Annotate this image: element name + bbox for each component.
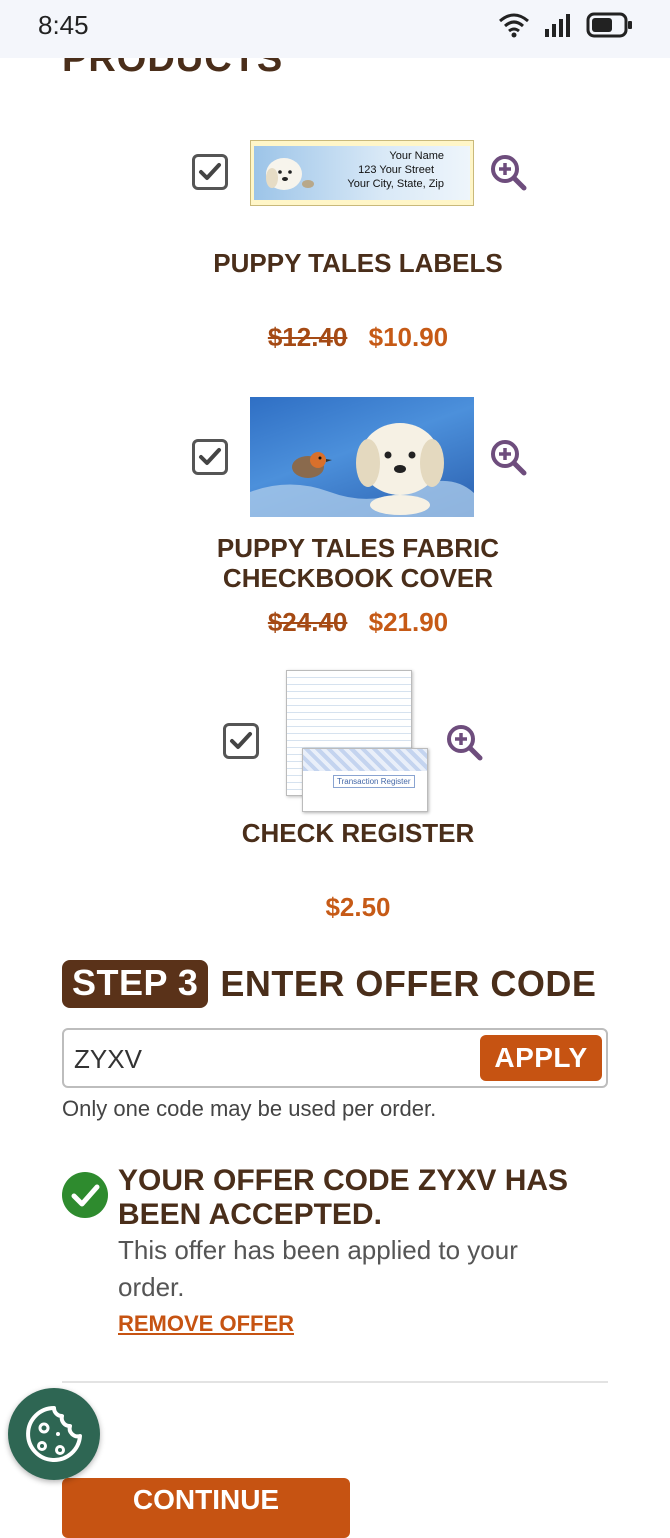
step-3-heading: STEP 3 ENTER OFFER CODE bbox=[62, 960, 596, 1008]
product-name-line-1: PUPPY TALES FABRIC bbox=[216, 533, 500, 563]
status-icons bbox=[498, 12, 634, 38]
price-row: $12.40 $10.90 bbox=[0, 322, 670, 353]
checkbook-cover-checkbox[interactable] bbox=[192, 439, 228, 475]
offer-code-box: APPLY bbox=[62, 1028, 608, 1088]
old-price: $12.40 bbox=[267, 322, 348, 352]
wifi-icon bbox=[499, 13, 529, 38]
price-row: $24.40 $21.90 bbox=[0, 607, 670, 638]
status-bar: 8:45 bbox=[0, 0, 670, 58]
offer-accepted-message: This offer has been applied to your orde… bbox=[118, 1235, 518, 1302]
check-icon bbox=[230, 732, 252, 749]
register-cover: Transaction Register bbox=[302, 748, 428, 812]
label-line-2: 123 Your Street bbox=[358, 164, 434, 176]
signal-icon bbox=[545, 14, 570, 37]
checkbook-cover-image[interactable] bbox=[250, 397, 474, 517]
offer-code-input[interactable] bbox=[72, 1038, 476, 1080]
divider bbox=[62, 1381, 608, 1383]
old-price: $24.40 bbox=[267, 607, 348, 637]
cookie-settings-button[interactable] bbox=[8, 1388, 100, 1480]
continue-button[interactable]: CONTINUE bbox=[62, 1478, 350, 1538]
zoom-in-icon[interactable] bbox=[488, 152, 528, 192]
puppy-bird-illustration bbox=[250, 423, 474, 517]
sale-price: $10.90 bbox=[368, 322, 449, 352]
product-name: PUPPY TALES LABELS bbox=[213, 248, 503, 278]
zoom-in-icon[interactable] bbox=[488, 437, 528, 477]
success-check-icon bbox=[62, 1172, 108, 1218]
check-icon bbox=[199, 163, 221, 180]
step-title: ENTER OFFER CODE bbox=[220, 963, 597, 1004]
check-icon bbox=[199, 448, 221, 465]
puppy-thumbnail-icon bbox=[266, 158, 314, 190]
remove-offer-link[interactable]: REMOVE OFFER bbox=[118, 1311, 294, 1337]
labels-image-inner: Your Name 123 Your Street Your City, Sta… bbox=[254, 146, 470, 200]
price-row: $2.50 bbox=[0, 892, 670, 923]
zoom-in-icon[interactable] bbox=[444, 722, 484, 762]
offer-accepted-title: YOUR OFFER CODE ZYXV HAS BEEN ACCEPTED. bbox=[118, 1164, 569, 1231]
status-time: 8:45 bbox=[38, 10, 89, 40]
product-name: CHECK REGISTER bbox=[241, 818, 475, 848]
check-register-image[interactable]: Transaction Register bbox=[284, 670, 430, 812]
product-name-line-2: CHECKBOOK COVER bbox=[222, 563, 494, 593]
register-caption: Transaction Register bbox=[333, 775, 415, 788]
cookie-icon bbox=[26, 1406, 82, 1462]
label-line-3: Your City, State, Zip bbox=[347, 178, 444, 190]
battery-icon bbox=[586, 12, 632, 38]
labels-image[interactable]: Your Name 123 Your Street Your City, Sta… bbox=[250, 140, 474, 206]
step-badge: STEP 3 bbox=[62, 960, 209, 1008]
offer-code-note: Only one code may be used per order. bbox=[62, 1096, 437, 1121]
register-floral-band bbox=[303, 749, 427, 771]
check-register-checkbox[interactable] bbox=[223, 723, 259, 759]
sale-price: $21.90 bbox=[368, 607, 449, 637]
apply-button[interactable]: APPLY bbox=[480, 1035, 602, 1081]
price: $2.50 bbox=[325, 892, 391, 922]
labels-checkbox[interactable] bbox=[192, 154, 228, 190]
label-line-1: Your Name bbox=[389, 150, 444, 162]
